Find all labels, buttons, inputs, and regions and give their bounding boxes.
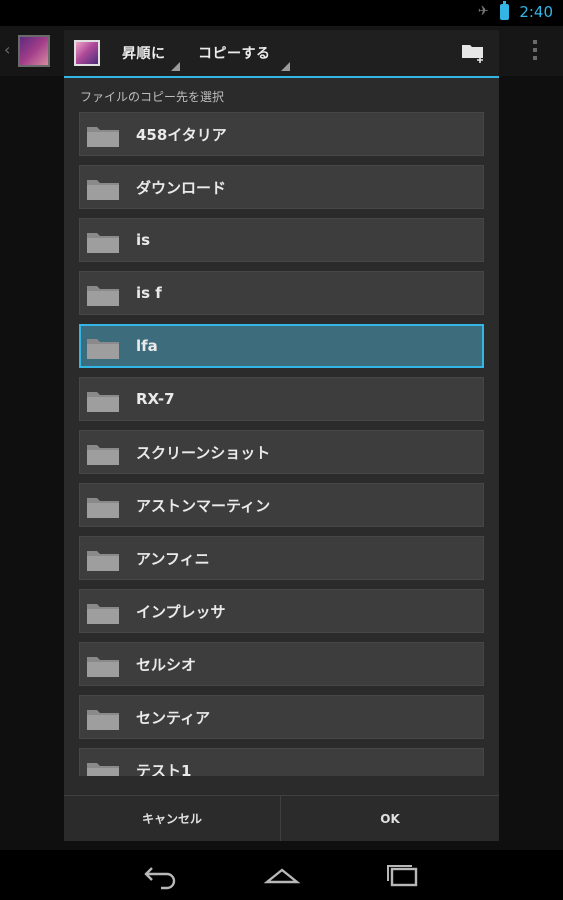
folder-icon bbox=[87, 180, 119, 200]
ok-button[interactable]: OK bbox=[281, 796, 499, 841]
folder-name: セルシオ bbox=[136, 655, 197, 674]
folder-list-item[interactable]: インプレッサ bbox=[79, 589, 484, 633]
dialog-toolbar: 昇順に コピーする bbox=[64, 30, 499, 76]
folder-icon bbox=[87, 710, 119, 730]
sort-order-dropdown[interactable]: 昇順に bbox=[122, 30, 180, 76]
operation-mode-label: コピーする bbox=[198, 46, 271, 62]
folder-list-item[interactable]: RX-7 bbox=[79, 377, 484, 421]
folder-icon bbox=[87, 392, 119, 412]
folder-icon bbox=[87, 445, 119, 465]
folder-name: is f bbox=[136, 284, 162, 302]
status-time: 2:40 bbox=[519, 3, 553, 21]
back-caret-icon: ‹ bbox=[4, 40, 11, 59]
back-icon[interactable] bbox=[142, 860, 182, 890]
folder-list-item[interactable]: アストンマーティン bbox=[79, 483, 484, 527]
folder-icon bbox=[87, 233, 119, 253]
folder-name: センティア bbox=[136, 708, 211, 727]
toolbar-accent-line bbox=[64, 76, 499, 78]
recent-apps-icon[interactable] bbox=[383, 860, 423, 890]
folder-icon bbox=[87, 127, 119, 147]
folder-name: lfa bbox=[136, 337, 158, 355]
folder-list-item[interactable]: アンフィニ bbox=[79, 536, 484, 580]
folder-list-item[interactable]: is bbox=[79, 218, 484, 262]
folder-icon bbox=[87, 498, 119, 518]
folder-list-item[interactable]: テスト1 bbox=[79, 748, 484, 776]
folder-name: テスト1 bbox=[136, 761, 192, 777]
folder-list-item[interactable]: セルシオ bbox=[79, 642, 484, 686]
folder-name: 458イタリア bbox=[136, 125, 227, 144]
folder-icon bbox=[87, 763, 119, 776]
folder-list-item[interactable]: lfa bbox=[79, 324, 484, 368]
dialog-button-bar: キャンセル OK bbox=[64, 795, 499, 841]
folder-icon bbox=[87, 604, 119, 624]
folder-name: アストンマーティン bbox=[136, 496, 271, 515]
notification-icon: ✈ bbox=[477, 4, 489, 19]
folder-list-item[interactable]: センティア bbox=[79, 695, 484, 739]
folder-list-item[interactable]: is f bbox=[79, 271, 484, 315]
folder-list-item[interactable]: ダウンロード bbox=[79, 165, 484, 209]
home-icon[interactable] bbox=[262, 860, 302, 890]
folder-name: インプレッサ bbox=[136, 602, 226, 621]
folder-name: ダウンロード bbox=[136, 178, 227, 197]
folder-list-item[interactable]: スクリーンショット bbox=[79, 430, 484, 474]
folder-list[interactable]: 458イタリア ダウンロード is is f lfa RX-7 スクリーンショット アストンマ… bbox=[79, 112, 484, 776]
sort-order-label: 昇順に bbox=[122, 46, 166, 62]
folder-icon bbox=[87, 286, 119, 306]
dropdown-triangle-icon bbox=[171, 62, 180, 71]
navigation-bar bbox=[0, 850, 563, 900]
new-folder-icon[interactable] bbox=[461, 42, 485, 64]
copy-destination-dialog: 昇順に コピーする ファイルのコピー先を選択 458イタリア ダウンロード is is… bbox=[64, 30, 499, 841]
status-icons: ✈ 2:40 bbox=[476, 1, 553, 21]
dialog-subtitle: ファイルのコピー先を選択 bbox=[80, 90, 225, 104]
folder-icon bbox=[87, 339, 119, 359]
dialog-app-icon bbox=[74, 40, 100, 66]
folder-icon bbox=[87, 657, 119, 677]
overflow-menu-icon bbox=[533, 40, 537, 60]
folder-name: スクリーンショット bbox=[136, 443, 271, 462]
battery-icon bbox=[500, 1, 510, 20]
dropdown-triangle-icon bbox=[281, 62, 290, 71]
folder-name: is bbox=[136, 231, 151, 249]
app-thumbnail bbox=[18, 35, 50, 67]
folder-name: RX-7 bbox=[136, 390, 175, 408]
cancel-button[interactable]: キャンセル bbox=[64, 796, 281, 841]
folder-icon bbox=[87, 551, 119, 571]
status-bar: ✈ 2:40 bbox=[0, 0, 563, 26]
folder-name: アンフィニ bbox=[136, 549, 210, 568]
folder-list-item[interactable]: 458イタリア bbox=[79, 112, 484, 156]
operation-mode-dropdown[interactable]: コピーする bbox=[198, 30, 290, 76]
